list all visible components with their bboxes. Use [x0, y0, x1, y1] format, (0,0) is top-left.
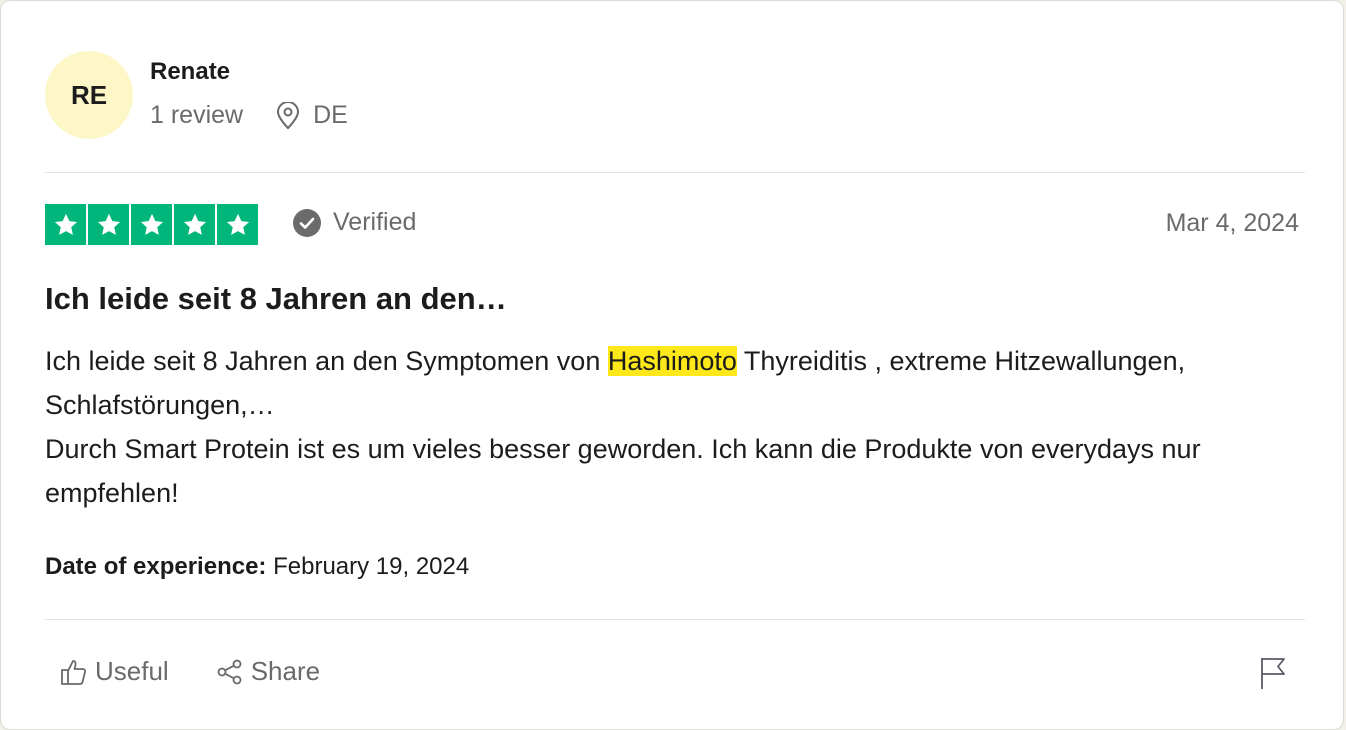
review-body: Ich leide seit 8 Jahren an den Symptomen…: [45, 339, 1285, 515]
review-text: Ich leide seit 8 Jahren an den Symptomen…: [45, 346, 608, 376]
star-icon: [174, 204, 215, 245]
avatar-initials: RE: [70, 79, 108, 110]
reviewer-name[interactable]: Renate: [150, 58, 230, 86]
review-date: Mar 4, 2024: [1165, 209, 1299, 237]
review-count: 1 review: [150, 101, 244, 129]
avatar[interactable]: RE: [45, 51, 133, 139]
review-paragraph: Durch Smart Protein ist es um vieles bes…: [45, 434, 1201, 508]
star-icon: [45, 204, 86, 245]
check-circle-icon: [293, 208, 321, 237]
share-button[interactable]: Share: [215, 656, 320, 687]
divider: [45, 619, 1305, 620]
verified-label: Verified: [333, 208, 417, 236]
thumbs-up-icon: [59, 657, 89, 687]
star-icon: [131, 204, 172, 245]
verified-badge[interactable]: Verified: [293, 208, 416, 237]
review-card: RE Renate 1 review DE Verified Mar 4, 20…: [0, 0, 1344, 730]
useful-label: Useful: [95, 656, 169, 686]
share-label: Share: [250, 656, 321, 686]
review-title[interactable]: Ich leide seit 8 Jahren an den…: [45, 281, 507, 317]
location-pin-icon: [275, 101, 301, 130]
reviewer-meta: 1 review DE: [150, 101, 348, 130]
star-icon: [88, 204, 129, 245]
experience-label: Date of experience:: [45, 553, 267, 580]
date-of-experience: Date of experience: February 19, 2024: [45, 553, 469, 581]
divider: [45, 172, 1305, 173]
highlighted-keyword: Hashimoto: [607, 346, 737, 376]
star-icon: [217, 204, 258, 245]
star-rating: [45, 204, 258, 245]
share-icon: [215, 657, 245, 687]
experience-date: February 19, 2024: [273, 553, 470, 580]
review-paragraph: Ich leide seit 8 Jahren an den Symptomen…: [45, 339, 1285, 427]
useful-button[interactable]: Useful: [59, 656, 169, 687]
review-actions: Useful Share: [59, 656, 320, 687]
reviewer-country: DE: [313, 101, 348, 129]
flag-icon[interactable]: [1259, 656, 1287, 695]
